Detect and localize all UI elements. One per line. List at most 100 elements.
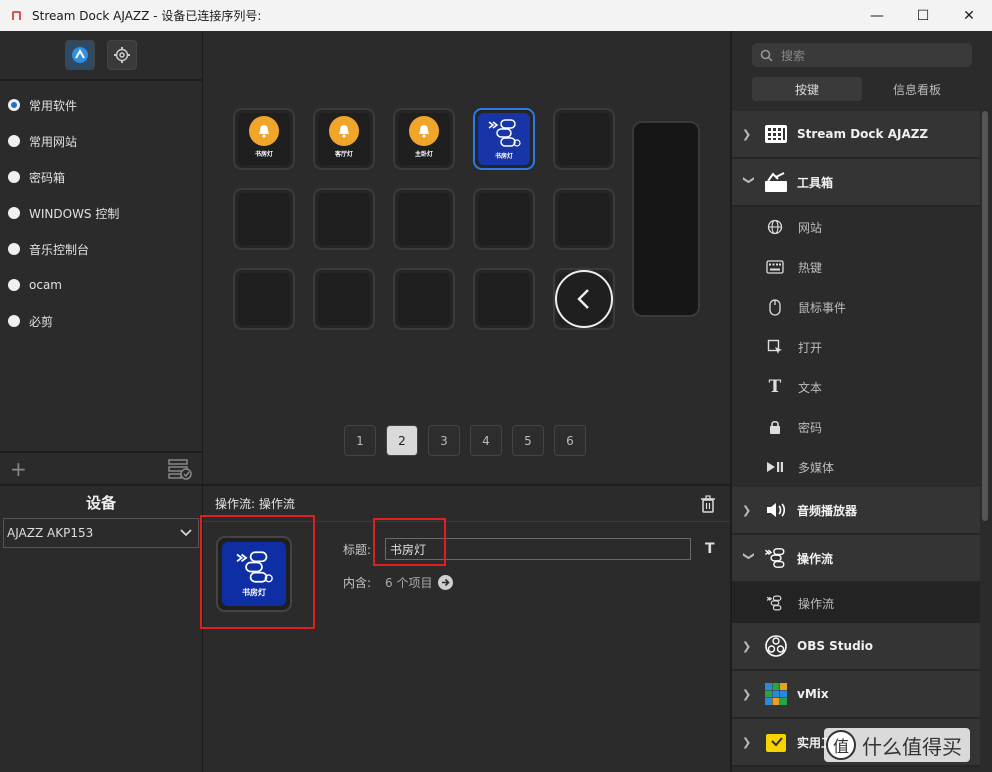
category-list: ❯ Stream Dock AJAZZ ❯ 工具箱 网站 热键 鼠标事件 打开 … <box>732 111 980 767</box>
category-obs[interactable]: ❯ OBS Studio <box>732 623 980 671</box>
stream-dock-logo-icon <box>72 47 88 63</box>
vmix-icon <box>764 682 788 706</box>
search-box[interactable]: 搜索 <box>752 43 972 67</box>
key-button-empty[interactable] <box>313 188 375 250</box>
key-button-empty[interactable] <box>233 268 295 330</box>
profile-label: 密码箱 <box>29 170 66 185</box>
radio-icon[interactable] <box>8 279 20 291</box>
add-profile-button[interactable]: + <box>10 457 27 481</box>
profile-label: 常用软件 <box>29 98 78 113</box>
radio-icon[interactable] <box>8 171 20 183</box>
key-button-empty[interactable] <box>473 188 535 250</box>
profile-label: 常用网站 <box>29 134 78 149</box>
library-tabs: 按键 信息看板 <box>752 77 972 101</box>
key-button-empty[interactable] <box>473 268 535 330</box>
device-select[interactable]: AJAZZ AKP153 <box>3 518 199 548</box>
profile-actions-bar: + <box>0 451 202 484</box>
minimize-button[interactable]: — <box>854 0 900 31</box>
key-button[interactable]: 书房灯 <box>233 108 295 170</box>
radio-icon[interactable] <box>8 243 20 255</box>
profile-manage-icon[interactable] <box>168 458 192 480</box>
key-button-empty[interactable] <box>393 268 455 330</box>
editor-breadcrumb: 操作流: 操作流 <box>215 497 295 511</box>
action-text[interactable]: T 文本 <box>732 367 980 407</box>
touch-strip-panel[interactable] <box>632 121 700 317</box>
app-logo-icon <box>12 11 21 20</box>
category-action-flow[interactable]: ❯ 操作流 <box>732 535 980 583</box>
action-website[interactable]: 网站 <box>732 207 980 247</box>
action-label: 打开 <box>798 340 823 355</box>
chevron-right-icon: ❯ <box>742 127 752 141</box>
category-stream-dock[interactable]: ❯ Stream Dock AJAZZ <box>732 111 980 159</box>
category-vmix[interactable]: ❯ vMix <box>732 671 980 719</box>
key-button-empty[interactable] <box>553 108 615 170</box>
page-button[interactable]: 5 <box>512 425 544 456</box>
keyboard-icon <box>766 258 784 276</box>
utilities-icon <box>764 730 788 754</box>
action-hotkey[interactable]: 热键 <box>732 247 980 287</box>
scrollbar[interactable] <box>982 111 988 521</box>
speaker-icon <box>764 498 788 522</box>
category-label: 操作流 <box>797 551 834 566</box>
category-label: vMix <box>797 687 829 701</box>
action-mouse-event[interactable]: 鼠标事件 <box>732 287 980 327</box>
key-button-selected[interactable]: 书房灯 <box>473 108 535 170</box>
tab-dashboard[interactable]: 信息看板 <box>862 77 972 101</box>
bell-icon <box>249 116 279 146</box>
key-button-empty[interactable] <box>313 268 375 330</box>
close-button[interactable]: ✕ <box>946 0 992 31</box>
page-button[interactable]: 1 <box>344 425 376 456</box>
device-home-button[interactable] <box>65 40 95 70</box>
back-button[interactable] <box>555 270 613 328</box>
profile-item[interactable]: 音乐控制台 <box>0 231 202 267</box>
action-editor: 操作流: 操作流 书房灯 标题: T 内含: 6 个项目 <box>200 484 730 772</box>
key-label: 客厅灯 <box>334 151 353 158</box>
key-button-empty[interactable] <box>553 188 615 250</box>
action-password[interactable]: 密码 <box>732 407 980 447</box>
key-button-empty[interactable] <box>233 188 295 250</box>
tab-keys[interactable]: 按键 <box>752 77 862 101</box>
profile-item[interactable]: WINDOWS 控制 <box>0 195 202 231</box>
title-bar: Stream Dock AJAZZ - 设备已连接序列号: — ☐ ✕ <box>0 0 992 31</box>
radio-icon[interactable] <box>8 207 20 219</box>
page-button[interactable]: 4 <box>470 425 502 456</box>
maximize-button[interactable]: ☐ <box>900 0 946 31</box>
radio-icon[interactable] <box>8 135 20 147</box>
key-button[interactable]: 主卧灯 <box>393 108 455 170</box>
profile-item[interactable]: 常用软件 <box>0 87 202 123</box>
action-media[interactable]: 多媒体 <box>732 447 980 487</box>
page-button-active[interactable]: 2 <box>386 425 418 456</box>
arrow-right-icon[interactable] <box>438 575 454 590</box>
settings-button[interactable] <box>107 40 137 70</box>
profile-label: WINDOWS 控制 <box>29 206 120 221</box>
page-button[interactable]: 3 <box>428 425 460 456</box>
profile-item[interactable]: 密码箱 <box>0 159 202 195</box>
trash-icon[interactable] <box>700 494 716 513</box>
key-button-empty[interactable] <box>393 188 455 250</box>
category-toolbox[interactable]: ❯ 工具箱 <box>732 159 980 207</box>
profile-item[interactable]: 必剪 <box>0 303 202 339</box>
chevron-down-icon <box>180 529 192 537</box>
watermark-text: 什么值得买 <box>862 734 962 759</box>
key-button[interactable]: 客厅灯 <box>313 108 375 170</box>
profile-item[interactable]: 常用网站 <box>0 123 202 159</box>
radio-icon[interactable] <box>8 315 20 327</box>
search-icon <box>760 49 773 62</box>
action-flow[interactable]: 操作流 <box>732 583 980 623</box>
toolbox-icon <box>764 170 788 194</box>
action-open[interactable]: 打开 <box>732 327 980 367</box>
bell-icon <box>329 116 359 146</box>
text-style-icon[interactable]: T <box>705 541 715 557</box>
profile-label: 音乐控制台 <box>29 242 90 257</box>
category-label: 工具箱 <box>797 175 834 190</box>
search-placeholder: 搜索 <box>781 48 806 63</box>
play-pause-icon <box>766 458 784 476</box>
category-audio-player[interactable]: ❯ 音频播放器 <box>732 487 980 535</box>
key-label: 主卧灯 <box>414 151 433 158</box>
page-button[interactable]: 6 <box>554 425 586 456</box>
profile-item[interactable]: ocam <box>0 267 202 303</box>
category-label: 音频播放器 <box>797 503 858 518</box>
annotation-box <box>373 518 446 566</box>
key-grid-area: 书房灯 客厅灯 主卧灯 书房灯 1 2 3 4 5 6 <box>203 31 730 484</box>
radio-checked-icon[interactable] <box>8 99 20 111</box>
